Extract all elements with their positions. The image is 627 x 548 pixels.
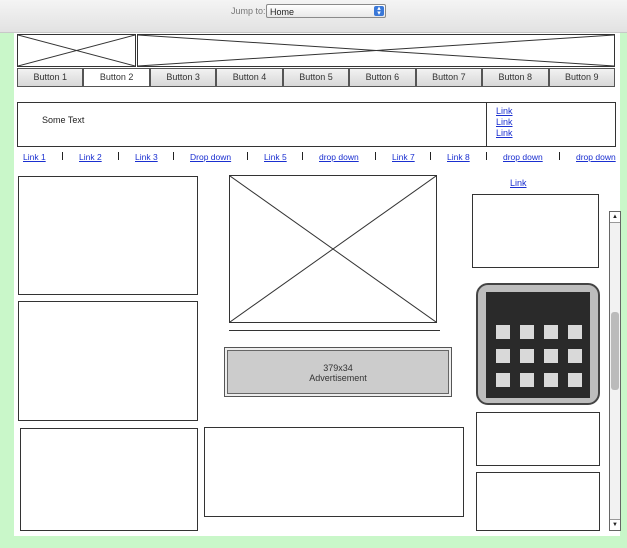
jump-to-label: Jump to: — [231, 6, 266, 16]
link-row: Link 1 Link 2 Link 3 Drop down Link 5 dr… — [17, 152, 617, 164]
info-links: Link Link Link — [496, 106, 513, 139]
main-image-placeholder — [229, 175, 437, 323]
link-separator — [247, 152, 248, 160]
nav-button-bar: Button 1 Button 2 Button 3 Button 4 Butt… — [17, 68, 615, 87]
scroll-thumb[interactable] — [611, 312, 619, 390]
drop-down-2[interactable]: drop down — [319, 152, 359, 162]
nav-button-3[interactable]: Button 3 — [149, 68, 217, 87]
nav-button-8[interactable]: Button 8 — [482, 68, 549, 87]
content-box-left-3 — [20, 428, 198, 531]
scroll-up-icon[interactable]: ▲ — [610, 212, 620, 223]
link-separator — [62, 152, 63, 160]
content-box-left-1 — [18, 176, 198, 295]
content-box-right-2 — [476, 412, 600, 466]
vertical-scrollbar[interactable]: ▲ ▼ — [609, 211, 621, 531]
right-column-link[interactable]: Link — [510, 178, 527, 188]
nav-button-7[interactable]: Button 7 — [415, 68, 483, 87]
link-separator — [302, 152, 303, 160]
drop-down-4[interactable]: drop down — [576, 152, 616, 162]
content-box-right-3 — [476, 472, 600, 531]
link-7[interactable]: Link 7 — [392, 152, 415, 162]
link-1[interactable]: Link 1 — [23, 152, 46, 162]
select-arrow-icon: ▴ ▾ — [374, 5, 384, 17]
nav-button-1[interactable]: Button 1 — [17, 68, 84, 87]
top-toolbar: Jump to: Home ▴ ▾ — [0, 0, 627, 33]
link-separator — [430, 152, 431, 160]
info-link-3[interactable]: Link — [496, 128, 513, 139]
content-box-left-2 — [18, 301, 198, 421]
nav-button-4[interactable]: Button 4 — [216, 68, 283, 87]
link-separator — [559, 152, 560, 160]
link-2[interactable]: Link 2 — [79, 152, 102, 162]
nav-button-5[interactable]: Button 5 — [282, 68, 350, 87]
info-text: Some Text — [42, 115, 85, 125]
caption-rule — [229, 330, 440, 331]
link-3[interactable]: Link 3 — [135, 152, 158, 162]
banner-image-placeholder — [137, 34, 615, 67]
drop-down-1[interactable]: Drop down — [190, 152, 231, 162]
page-select-value: Home — [270, 7, 295, 17]
content-box-center — [204, 427, 464, 517]
image-placeholder-icon — [138, 35, 614, 66]
image-placeholder-icon — [230, 176, 436, 322]
calculator-icon — [476, 283, 600, 405]
link-8[interactable]: Link 8 — [447, 152, 470, 162]
page-select[interactable]: Home ▴ ▾ — [266, 4, 386, 18]
ad-size-label: 379x34 — [323, 363, 353, 373]
drop-down-3[interactable]: drop down — [503, 152, 543, 162]
nav-button-6[interactable]: Button 6 — [349, 68, 416, 87]
link-separator — [173, 152, 174, 160]
advertisement-banner[interactable]: 379x34 Advertisement — [224, 347, 452, 397]
link-separator — [375, 152, 376, 160]
link-separator — [118, 152, 119, 160]
logo-image-placeholder — [17, 34, 136, 67]
ad-label: Advertisement — [309, 373, 367, 383]
content-box-right-1 — [472, 194, 599, 268]
scroll-down-icon[interactable]: ▼ — [610, 519, 620, 530]
nav-button-9[interactable]: Button 9 — [548, 68, 615, 87]
link-separator — [486, 152, 487, 160]
info-bar: Some Text — [17, 102, 616, 147]
info-link-1[interactable]: Link — [496, 106, 513, 117]
info-link-2[interactable]: Link — [496, 117, 513, 128]
nav-button-2[interactable]: Button 2 — [83, 68, 150, 87]
link-5[interactable]: Link 5 — [264, 152, 287, 162]
image-placeholder-icon — [18, 35, 135, 66]
info-divider — [486, 102, 487, 147]
